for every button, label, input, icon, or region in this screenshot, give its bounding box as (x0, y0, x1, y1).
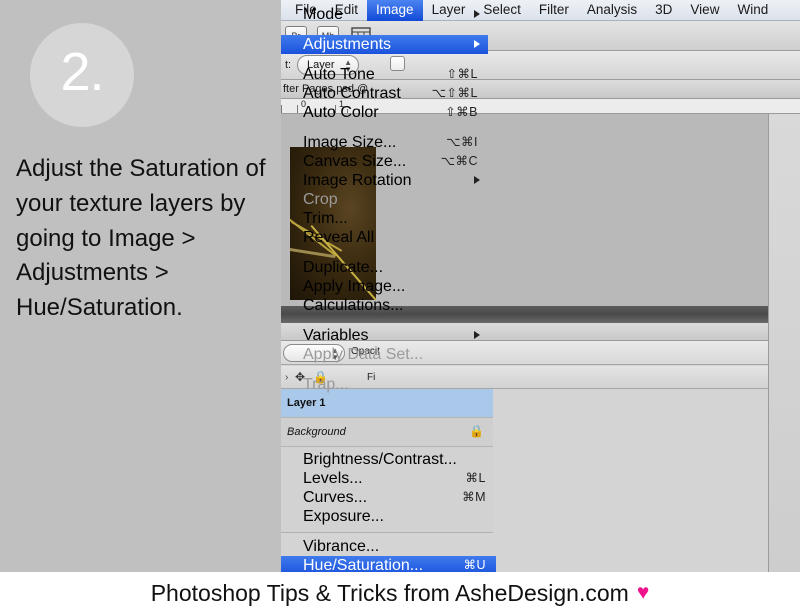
photoshop-window: File Edit Image Layer Select Filter Analysis 3D… (281, 0, 800, 572)
menubar-item-label: Wind (737, 1, 769, 17)
menu-item-shortcut: ⌘L (465, 471, 486, 485)
menu-item-auto-color[interactable]: Auto Color ⇧⌘B (281, 103, 488, 122)
chevron-right-icon (474, 40, 480, 48)
menu-item-adjustments[interactable]: Adjustments (281, 35, 488, 54)
menu-item-trap: Trap... (281, 375, 488, 394)
menu-item-brightness-contrast[interactable]: Brightness/Contrast... (281, 450, 496, 469)
menu-item-apply-image[interactable]: Apply Image... (281, 277, 488, 296)
menu-item-label: Variables (303, 327, 369, 344)
menu-item-shortcut: ⌥⇧⌘L (431, 86, 478, 100)
layer-row[interactable]: Background 🔒 (281, 418, 493, 447)
menu-item-label: Apply Image... (303, 278, 406, 295)
menu-item-label: Levels... (303, 470, 363, 487)
menu-item-trim[interactable]: Trim... (281, 209, 488, 228)
menu-item-label: Image Rotation (303, 172, 412, 189)
menu-item-label: Hue/Saturation... (303, 557, 424, 572)
menu-item-shortcut: ⌘U (463, 558, 486, 572)
heart-icon: ♥ (636, 581, 650, 604)
image-menu: Mode Adjustments Auto Tone ⇧⌘L Auto Contrast… (281, 0, 488, 444)
menu-item-auto-tone[interactable]: Auto Tone ⇧⌘L (281, 65, 488, 84)
menu-item-reveal-all[interactable]: Reveal All (281, 228, 488, 247)
menu-item-label: Curves... (303, 489, 368, 506)
step-badge: 2. (30, 23, 134, 127)
menu-item-label: Auto Tone (303, 66, 375, 83)
menu-item-label: Duplicate... (303, 259, 384, 276)
menu-item-label: Adjustments (303, 36, 392, 53)
menubar-item-label: 3D (655, 1, 673, 17)
menubar-item-view[interactable]: View (681, 0, 728, 21)
menu-item-vibrance[interactable]: Vibrance... (281, 537, 496, 556)
menubar-item-analysis[interactable]: Analysis (578, 0, 646, 21)
menu-item-exposure[interactable]: Exposure... (281, 507, 496, 526)
menubar-item-filter[interactable]: Filter (530, 0, 578, 21)
menu-item-label: Apply Data Set... (303, 346, 424, 363)
menu-item-label: Auto Color (303, 104, 379, 121)
menu-item-label: Trim... (303, 210, 348, 227)
caption-text: Photoshop Tips & Tricks from AsheDesign.… (150, 579, 629, 606)
menu-item-label: Reveal All (303, 229, 375, 246)
menu-item-label: Trap... (303, 376, 349, 393)
menu-item-shortcut: ⌥⌘C (440, 154, 478, 168)
layer-name: Layer 1 (287, 397, 326, 409)
menu-item-image-size[interactable]: Image Size... ⌥⌘I (281, 133, 488, 152)
menu-item-levels[interactable]: Levels... ⌘L (281, 469, 496, 488)
menu-item-calculations[interactable]: Calculations... (281, 296, 488, 315)
menubar-item-label: Select (483, 1, 521, 17)
menu-item-label: Canvas Size... (303, 153, 407, 170)
menu-item-shortcut: ⇧⌘L (446, 67, 478, 81)
menu-item-shortcut: ⌘M (462, 490, 486, 504)
menu-item-label: Calculations... (303, 297, 404, 314)
menu-item-hue-saturation[interactable]: Hue/Saturation... ⌘U (281, 556, 496, 572)
menu-item-label: Brightness/Contrast... (303, 451, 457, 468)
menubar-item-label: View (690, 1, 720, 17)
step-number: 2. (60, 42, 104, 102)
menu-item-label: Crop (303, 191, 338, 208)
lock-icon: 🔒 (469, 424, 484, 438)
menubar-item-label: Analysis (586, 1, 638, 17)
menu-item-apply-data-set: Apply Data Set... (281, 345, 488, 364)
menubar-item-wind[interactable]: Wind (728, 0, 777, 21)
menu-item-shortcut: ⇧⌘B (445, 105, 478, 119)
adjustments-submenu: Brightness/Contrast... Levels... ⌘L Curves.… (281, 444, 496, 572)
menu-item-shortcut: ⌥⌘I (446, 135, 478, 149)
menu-item-canvas-size[interactable]: Canvas Size... ⌥⌘C (281, 152, 488, 171)
screenshot-root: 2. Adjust the Saturation of your texture… (0, 0, 800, 614)
menubar-item-3d[interactable]: 3D (646, 0, 681, 21)
layer-name: Background (287, 426, 346, 438)
menu-item-variables[interactable]: Variables (281, 326, 488, 345)
menu-item-label: Image Size... (303, 134, 397, 151)
menu-item-label: Mode (303, 6, 344, 23)
menu-item-label: Auto Contrast (303, 85, 401, 102)
chevron-right-icon (474, 331, 480, 339)
menu-item-duplicate[interactable]: Duplicate... (281, 258, 488, 277)
menubar-item-label: Filter (538, 1, 569, 17)
instruction-text: Adjust the Saturation of your texture la… (16, 155, 266, 322)
menu-item-auto-contrast[interactable]: Auto Contrast ⌥⇧⌘L (281, 84, 488, 103)
chevron-right-icon (474, 176, 480, 184)
menu-item-mode[interactable]: Mode (281, 5, 488, 24)
caption-bar: Photoshop Tips & Tricks from AsheDesign.… (0, 572, 800, 614)
chevron-right-icon (474, 10, 480, 18)
instruction-panel: 2. Adjust the Saturation of your texture… (0, 0, 281, 572)
menu-item-crop: Crop (281, 190, 488, 209)
menu-item-label: Exposure... (303, 508, 384, 525)
menu-item-label: Vibrance... (303, 538, 380, 555)
menu-item-image-rotation[interactable]: Image Rotation (281, 171, 488, 190)
menu-item-curves[interactable]: Curves... ⌘M (281, 488, 496, 507)
right-panel-dock (768, 114, 800, 572)
